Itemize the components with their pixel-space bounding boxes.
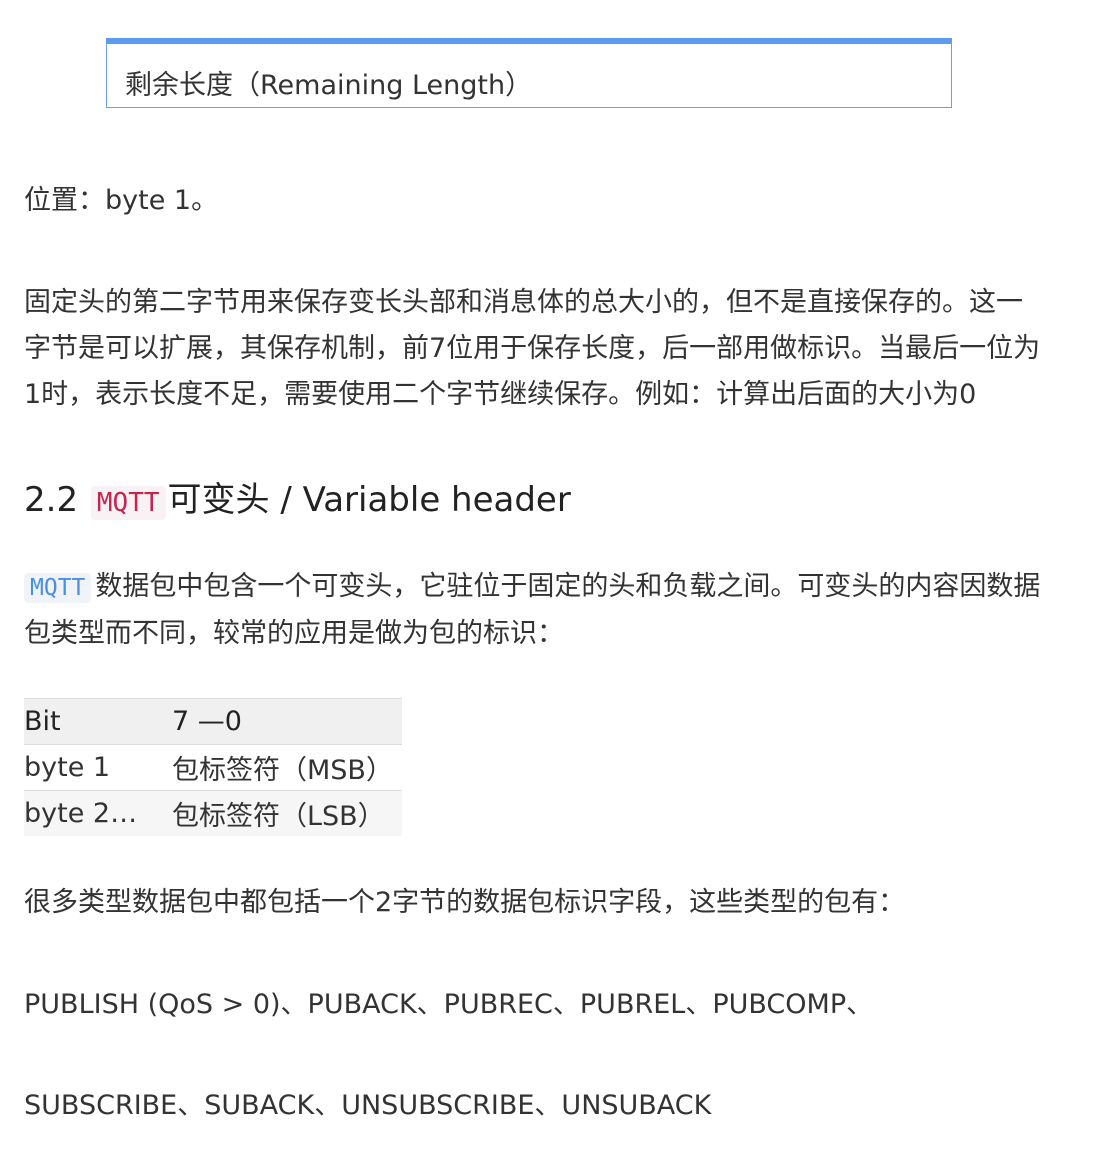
table-row: byte 1 包标签符（MSB）	[24, 744, 402, 791]
heading-code-mqtt: MQTT	[90, 486, 166, 520]
variable-header-line-2: 包类型而不同，较常的应用是做为包的标识：	[24, 618, 564, 649]
heading-number: 2.2	[24, 480, 79, 520]
packet-types-line-2: SUBSCRIBE、SUBACK、UNSUBSCRIBE、UNSUBACK	[24, 1083, 1084, 1129]
heading-text: 可变头 / Variable header	[167, 480, 571, 520]
packet-types-text-1: PUBLISH (QoS > 0)、PUBACK、PUBREC、PUBREL、P…	[24, 989, 874, 1020]
table-header-range: 7 —0	[172, 698, 402, 745]
table-cell-byte: byte 2…	[24, 790, 172, 836]
table-header-bit: Bit	[24, 698, 172, 745]
table-cell-value: 包标签符（MSB）	[172, 744, 402, 791]
variable-header-line-1: 数据包中包含一个可变头，它驻位于固定的头和负载之间。可变头的内容因数据	[95, 571, 1041, 602]
position-line: 位置：byte 1。	[24, 178, 1084, 224]
section-heading-variable-header: 2.2 MQTT 可变头 / Variable header	[24, 476, 571, 527]
table-header-row: Bit 7 —0	[24, 698, 402, 745]
variable-header-paragraph: MQTT 数据包中包含一个可变头，它驻位于固定的头和负载之间。可变头的内容因数据 …	[24, 564, 1084, 657]
note-text: 剩余长度（Remaining Length）	[125, 70, 533, 101]
table-cell-value: 包标签符（LSB）	[172, 790, 402, 836]
fixed-header-paragraph: 固定头的第二字节用来保存变长头部和消息体的总大小的，但不是直接保存的。这一 字节…	[24, 280, 1084, 418]
packet-types-intro-text: 很多类型数据包中都包括一个2字节的数据包标识字段，这些类型的包有：	[24, 887, 906, 918]
table-cell-byte: byte 1	[24, 744, 172, 791]
remaining-length-note: 剩余长度（Remaining Length）	[106, 38, 952, 108]
packet-identifier-table: Bit 7 —0 byte 1 包标签符（MSB） byte 2… 包标签符（L…	[24, 698, 402, 836]
position-text: 位置：byte 1。	[24, 185, 219, 216]
packet-types-line-1: PUBLISH (QoS > 0)、PUBACK、PUBREC、PUBREL、P…	[24, 982, 1084, 1028]
fixed-header-line-1: 固定头的第二字节用来保存变长头部和消息体的总大小的，但不是直接保存的。这一	[24, 287, 1023, 318]
fixed-header-line-3: 1时，表示长度不足，需要使用二个字节继续保存。例如：计算出后面的大小为0	[24, 379, 977, 410]
inline-code-mqtt: MQTT	[24, 573, 92, 603]
fixed-header-line-2: 字节是可以扩展，其保存机制，前7位用于保存长度，后一部用做标识。当最后一位为	[24, 333, 1041, 364]
table-row: byte 2… 包标签符（LSB）	[24, 790, 402, 836]
packet-types-intro: 很多类型数据包中都包括一个2字节的数据包标识字段，这些类型的包有：	[24, 880, 1084, 926]
packet-types-text-2: SUBSCRIBE、SUBACK、UNSUBSCRIBE、UNSUBACK	[24, 1090, 712, 1121]
